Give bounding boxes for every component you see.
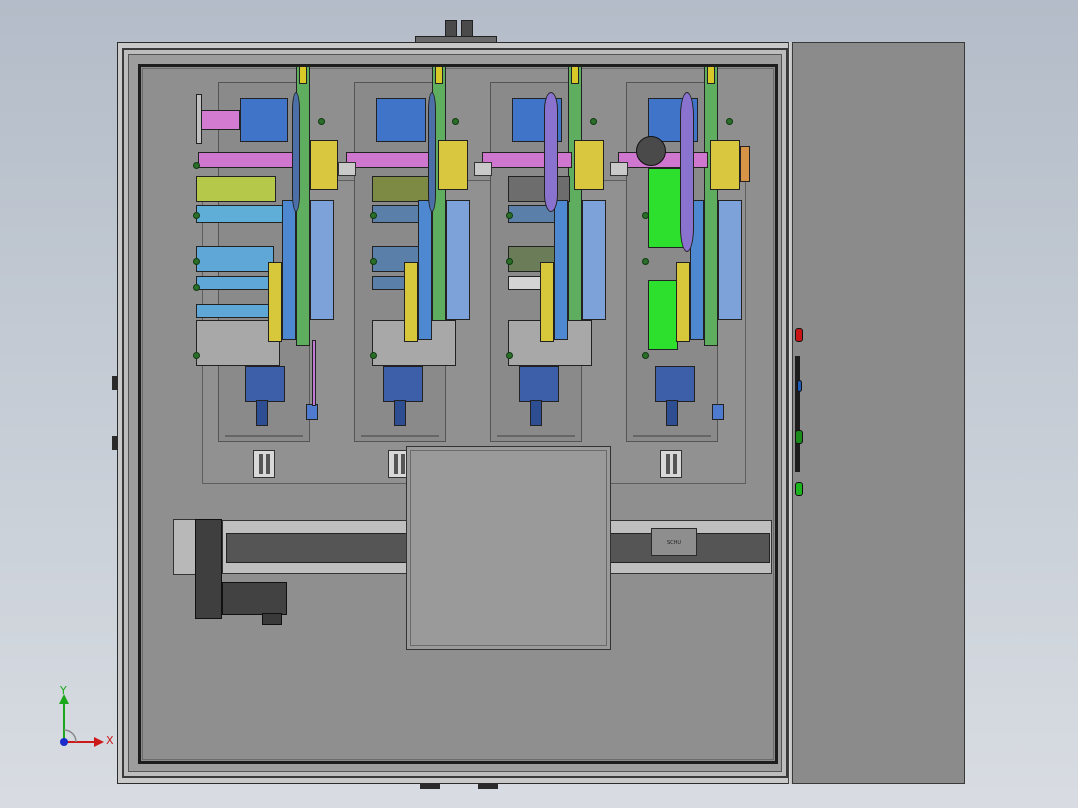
- blue-motor: [240, 98, 288, 142]
- y-axis-label: Y: [60, 684, 67, 697]
- spool-pink: [198, 110, 240, 130]
- blue-slide: [282, 200, 296, 340]
- fastener-bolt: [506, 212, 513, 219]
- green-panel: [648, 280, 678, 350]
- yellow-block: [710, 140, 740, 190]
- yellow-slide: [540, 262, 554, 342]
- fastener-bolt: [642, 212, 649, 219]
- servo-motor: [195, 519, 222, 619]
- fastener-bolt: [642, 258, 649, 265]
- cylinder-block: [310, 200, 334, 320]
- fastener-bolt: [642, 352, 649, 359]
- yellow-post: [571, 66, 579, 84]
- fastener-bolt: [590, 118, 597, 125]
- gripper-head: [519, 366, 559, 402]
- yellow-post: [299, 66, 307, 84]
- yellow-post: [707, 66, 715, 84]
- roller-blue: [372, 205, 422, 223]
- gripper-head: [383, 366, 423, 402]
- z-axis-origin-icon: [60, 738, 68, 746]
- yellow-block: [310, 140, 338, 190]
- yellow-block: [574, 140, 604, 190]
- bottom-foot: [478, 783, 498, 789]
- motor-tab: [262, 613, 282, 625]
- toggle-clamp[interactable]: [660, 450, 682, 478]
- spool-flange: [196, 94, 202, 144]
- timing-disk: [544, 92, 558, 212]
- red-indicator-light[interactable]: [795, 328, 803, 342]
- fastener-bolt: [506, 258, 513, 265]
- axis-triad: Y X: [52, 684, 122, 756]
- cylinder-block: [718, 200, 742, 320]
- fastener-bolt: [370, 352, 377, 359]
- coupling: [474, 162, 492, 176]
- cable-pink: [312, 340, 316, 406]
- gripper-head: [655, 366, 695, 402]
- roller-olive: [196, 176, 276, 202]
- cable-duct: [795, 356, 800, 472]
- gripper-finger: [256, 400, 268, 426]
- sensor-block: [306, 404, 318, 420]
- roller-gray: [508, 176, 570, 202]
- selected-knob[interactable]: [636, 136, 666, 166]
- yellow-slide: [268, 262, 282, 342]
- roller-blue: [196, 205, 288, 223]
- gripper-finger: [530, 400, 542, 426]
- fastener-bolt: [193, 284, 200, 291]
- yellow-post: [435, 66, 443, 84]
- cylinder-block: [446, 200, 470, 320]
- roller-blue: [196, 276, 274, 290]
- gripper-head: [245, 366, 285, 402]
- orange-gear: [740, 146, 750, 182]
- blue-slide: [554, 200, 568, 340]
- yellow-slide: [404, 262, 418, 342]
- blue-switch[interactable]: [797, 380, 802, 392]
- roller-blue: [196, 304, 274, 318]
- fastener-bolt: [193, 162, 200, 169]
- fastener-bolt: [193, 258, 200, 265]
- timing-disk: [680, 92, 694, 252]
- x-axis-arrow-icon: [94, 737, 104, 747]
- fastener-bolt: [193, 352, 200, 359]
- coupling: [610, 162, 628, 176]
- gripper-finger: [394, 400, 406, 426]
- timing-disk: [428, 92, 436, 212]
- fastener-bolt: [370, 258, 377, 265]
- cad-viewport[interactable]: { "viewport": { "view": "top view", "bac…: [0, 0, 1078, 808]
- sensor-block: [712, 404, 724, 420]
- blue-slide: [418, 200, 432, 340]
- shaft-magenta: [346, 152, 436, 168]
- yellow-slide: [676, 262, 690, 342]
- x-axis-label: X: [106, 734, 114, 747]
- gripper-finger: [666, 400, 678, 426]
- fastener-bolt: [318, 118, 325, 125]
- vertical-plate: [704, 66, 718, 346]
- fastener-bolt: [726, 118, 733, 125]
- timing-disk: [292, 92, 300, 212]
- vertical-plate: [568, 66, 582, 346]
- side-cabinet: [792, 42, 965, 784]
- green-button[interactable]: [795, 482, 803, 496]
- toggle-clamp[interactable]: [253, 450, 275, 478]
- hinge: [112, 436, 117, 450]
- center-panel-border: [410, 450, 607, 646]
- blue-motor: [376, 98, 426, 142]
- cylinder-block: [582, 200, 606, 320]
- hinge: [112, 376, 117, 390]
- fastener-bolt: [370, 212, 377, 219]
- shaft-magenta: [482, 152, 572, 168]
- green-indicator-light[interactable]: [795, 430, 803, 444]
- gearbox: [222, 582, 287, 615]
- shaft-magenta: [198, 152, 298, 168]
- roller-olive: [372, 176, 434, 202]
- yellow-block: [438, 140, 468, 190]
- rail-end-cap: [173, 519, 197, 575]
- bottom-foot: [420, 783, 440, 789]
- rail-nameplate: SCHU: [651, 528, 697, 556]
- fastener-bolt: [452, 118, 459, 125]
- coupling: [338, 162, 356, 176]
- roller-blue: [196, 246, 274, 272]
- fastener-bolt: [506, 352, 513, 359]
- fastener-bolt: [193, 212, 200, 219]
